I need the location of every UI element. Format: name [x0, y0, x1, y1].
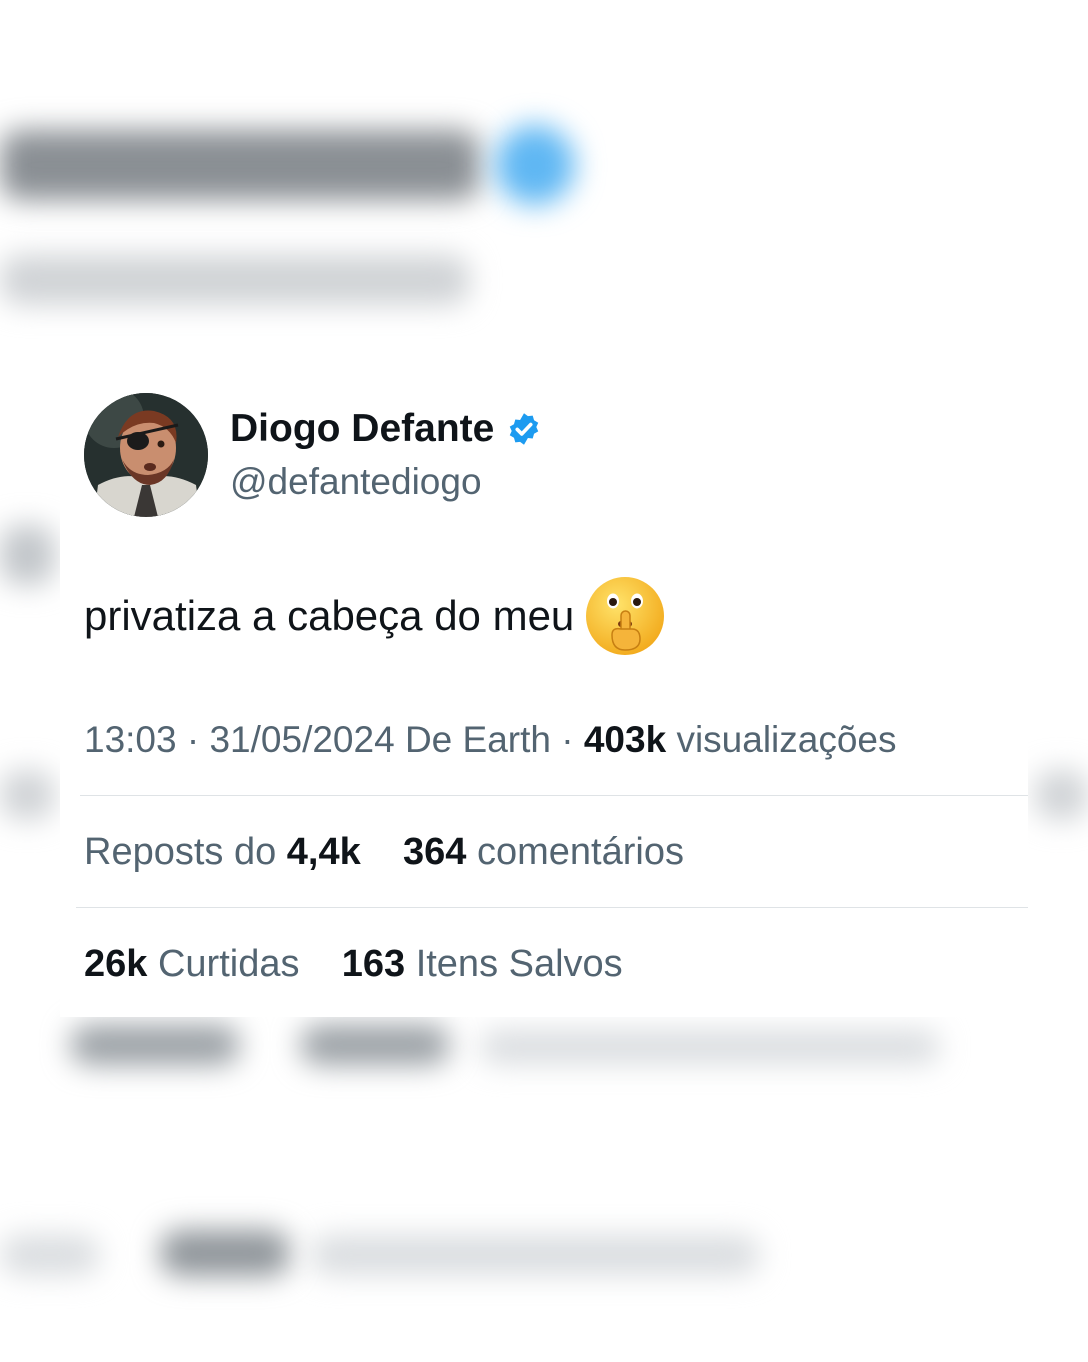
blurred-background-row-1b [300, 1025, 450, 1065]
likes-label[interactable]: Curtidas [158, 943, 300, 985]
likes-bookmarks-row: 26k Curtidas 163 Itens Salvos [84, 943, 623, 986]
blurred-background-row-2a [0, 1235, 100, 1275]
bookmarks-label[interactable]: Itens Salvos [416, 943, 623, 985]
avatar[interactable] [84, 393, 208, 517]
comments-count[interactable]: 364 [403, 831, 466, 873]
views-count: 403k [583, 719, 667, 760]
tweet-meta: 13:03 · 31/05/2024 De Earth · 403k visua… [84, 719, 897, 761]
tweet-source: De Earth [404, 719, 551, 760]
verified-badge-icon [510, 413, 539, 445]
tweet-text: privatiza a cabeça do meu [84, 575, 666, 657]
likes-count[interactable]: 26k [84, 943, 147, 985]
blurred-background-edge-left [0, 525, 55, 585]
meta-separator: · [186, 719, 210, 760]
author-name[interactable]: Diogo Defante [230, 407, 494, 451]
blurred-background-row-2c [310, 1235, 760, 1275]
tweet-card: Diogo Defante @defantediogo privatiza a … [60, 345, 1028, 1017]
tweet-text-content: privatiza a cabeça do meu [84, 592, 575, 639]
author-row: Diogo Defante [230, 407, 542, 451]
avatar-photo-icon [84, 393, 208, 517]
tweet-time[interactable]: 13:03 [84, 719, 177, 760]
blurred-background-edge-right [1035, 770, 1088, 820]
blurred-background-row-2b [160, 1230, 290, 1276]
divider [76, 907, 1028, 908]
tweet-date[interactable]: 31/05/2024 [209, 719, 394, 760]
blurred-background-line [0, 255, 470, 305]
reposts-label[interactable]: Reposts do [84, 831, 287, 873]
blurred-background-edge-left-2 [0, 770, 55, 820]
blurred-background-badge [495, 125, 575, 205]
blurred-background-row-1c [480, 1030, 940, 1064]
stat-spacer [310, 943, 331, 985]
author-handle[interactable]: @defantediogo [230, 461, 482, 503]
reposts-comments-row: Reposts do 4,4k 364 comentários [84, 831, 684, 874]
blurred-background-row-1a [70, 1025, 240, 1065]
comments-label[interactable]: comentários [477, 831, 684, 873]
reposts-count[interactable]: 4,4k [287, 831, 361, 873]
blurred-background-title [0, 130, 480, 200]
views-label: visualizações [676, 719, 897, 760]
divider [80, 795, 1028, 796]
stat-spacer [371, 831, 392, 873]
bookmarks-count[interactable]: 163 [342, 943, 405, 985]
shushing-face-icon [586, 577, 665, 655]
meta-separator: · [561, 719, 584, 760]
